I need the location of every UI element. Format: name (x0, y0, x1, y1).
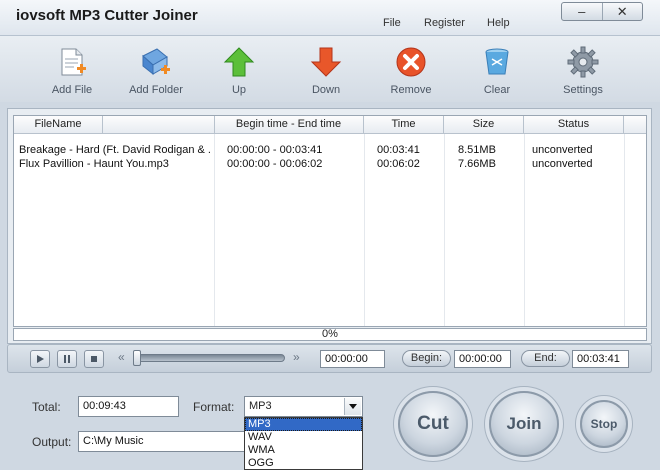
row-time: 00:03:41 (377, 144, 420, 156)
total-label: Total: (32, 400, 61, 414)
format-select[interactable]: MP3 (244, 396, 363, 417)
begin-time-field[interactable]: 00:00:00 (454, 350, 511, 368)
minimize-button[interactable]: – (562, 3, 603, 20)
remove-label: Remove (390, 84, 432, 96)
menu-register[interactable]: Register (424, 17, 465, 29)
menu-help[interactable]: Help (487, 17, 510, 29)
up-button[interactable]: Up (199, 36, 279, 102)
total-value: 00:09:43 (78, 396, 179, 417)
settings-icon (567, 46, 599, 78)
title-bar: iovsoft MP3 Cutter Joiner File Register … (0, 0, 660, 36)
row-status: unconverted (532, 144, 593, 156)
close-button[interactable]: ✕ (603, 3, 643, 20)
progress-bar: 0% (13, 328, 647, 341)
format-option-mp3[interactable]: MP3 (245, 418, 362, 431)
up-arrow-icon (223, 47, 255, 77)
forward-button[interactable]: » (293, 350, 300, 364)
play-button[interactable] (30, 350, 50, 368)
app-title: iovsoft MP3 Cutter Joiner (16, 7, 198, 24)
format-dropdown-list: MP3 WAV WMA OGG (244, 417, 363, 470)
stop-button[interactable]: Stop (580, 400, 628, 448)
output-label: Output: (32, 435, 72, 449)
rewind-button[interactable]: « (118, 350, 125, 364)
settings-label: Settings (563, 84, 603, 96)
dropdown-arrow-icon (349, 404, 357, 409)
row-size: 8.51MB (458, 144, 496, 156)
down-button[interactable]: Down (286, 36, 366, 102)
column-status[interactable]: Status (524, 116, 624, 134)
format-label: Format: (193, 400, 235, 414)
column-size[interactable]: Size (444, 116, 524, 134)
file-list-header: FileName Begin time - End time Time Size… (14, 116, 646, 134)
add-file-label: Add File (51, 84, 93, 96)
format-option-ogg[interactable]: OGG (245, 457, 362, 470)
clear-icon (485, 48, 509, 75)
row-time: 00:06:02 (377, 158, 420, 170)
file-list-panel: FileName Begin time - End time Time Size… (7, 108, 652, 344)
table-row[interactable]: Breakage - Hard (Ft. David Rodigan & ...… (14, 143, 646, 157)
add-folder-button[interactable]: Add Folder (116, 36, 196, 102)
row-status: unconverted (532, 158, 593, 170)
add-folder-icon (142, 48, 170, 76)
remove-icon (396, 47, 426, 77)
play-icon (37, 355, 44, 363)
end-button[interactable]: End: (521, 350, 570, 367)
column-time[interactable]: Time (364, 116, 444, 134)
pause-icon (64, 355, 70, 363)
output-path-field[interactable]: C:\My Music (78, 431, 245, 452)
position-display: 00:00:00 (320, 350, 385, 368)
table-row[interactable]: Flux Pavillion - Haunt You.mp3 00:00:00 … (14, 157, 646, 171)
window-controls: – ✕ (561, 2, 643, 21)
stop-icon (91, 356, 97, 362)
cut-button[interactable]: Cut (398, 391, 468, 457)
add-file-icon (61, 48, 86, 76)
down-label: Down (311, 84, 341, 96)
player-bar: « » 00:00:00 Begin: 00:00:00 End: 00:03:… (7, 344, 652, 373)
row-range: 00:00:00 - 00:06:02 (227, 158, 323, 170)
file-list[interactable]: FileName Begin time - End time Time Size… (13, 115, 647, 327)
seek-track[interactable] (135, 354, 285, 362)
row-filename: Breakage - Hard (Ft. David Rodigan & ... (19, 144, 211, 156)
row-size: 7.66MB (458, 158, 496, 170)
format-option-wma[interactable]: WMA (245, 444, 362, 457)
column-filename[interactable]: FileName (14, 116, 103, 134)
up-label: Up (231, 84, 247, 96)
add-file-button[interactable]: Add File (32, 36, 112, 102)
stop-playback-button[interactable] (84, 350, 104, 368)
down-arrow-icon (310, 47, 342, 77)
pause-button[interactable] (57, 350, 77, 368)
progress-text: 0% (322, 328, 338, 340)
toolbar: Add File Add Folder Up Down Remove Clear… (0, 36, 660, 102)
row-filename: Flux Pavillion - Haunt You.mp3 (19, 158, 169, 170)
format-option-wav[interactable]: WAV (245, 431, 362, 444)
format-value: MP3 (249, 400, 272, 412)
column-begin-end[interactable]: Begin time - End time (214, 116, 364, 134)
row-range: 00:00:00 - 00:03:41 (227, 144, 323, 156)
end-time-field[interactable]: 00:03:41 (572, 350, 629, 368)
clear-label: Clear (483, 84, 511, 96)
remove-button[interactable]: Remove (371, 36, 451, 102)
format-dropdown-button[interactable] (344, 398, 361, 415)
clear-button[interactable]: Clear (457, 36, 537, 102)
add-folder-label: Add Folder (129, 84, 183, 96)
settings-button[interactable]: Settings (543, 36, 623, 102)
seek-thumb[interactable] (133, 350, 141, 366)
join-button[interactable]: Join (489, 391, 559, 457)
menu-file[interactable]: File (383, 17, 401, 29)
begin-button[interactable]: Begin: (402, 350, 451, 367)
